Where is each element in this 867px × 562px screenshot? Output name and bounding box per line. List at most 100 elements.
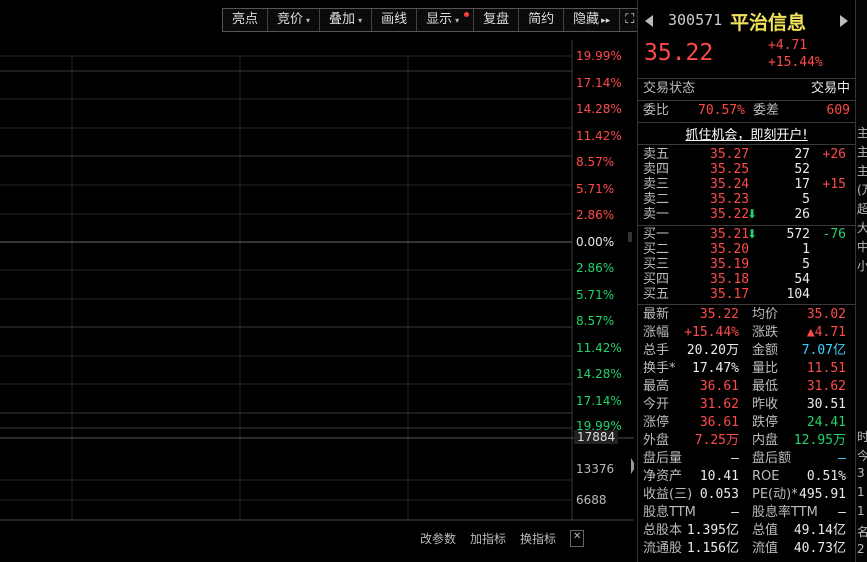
edge-label: 名 <box>857 523 867 540</box>
replay-button[interactable]: 复盘 <box>474 9 520 31</box>
ask-row[interactable]: 卖一 35.22 ⬇ 26 <box>643 207 850 222</box>
overlay-button[interactable]: 叠加 ▾ <box>320 9 373 31</box>
bid-volume: 104 <box>786 287 810 302</box>
stock-name: 平治信息 <box>730 12 807 34</box>
bid-row[interactable]: 买四 35.18 54 <box>643 272 850 287</box>
stat-value: 20.20万 <box>686 343 739 358</box>
ask-volume: 27 <box>794 147 810 162</box>
chevron-down-icon: ▾ <box>306 16 311 25</box>
intraday-chart: 亮点 竞价 ▾ 叠加 ▾ 画线 显示 ▾ 复盘 简约 隐藏 ▸▸ ⛶ 19.99% 17.… <box>0 0 641 562</box>
pct-axis-label: 14.28% <box>576 102 622 116</box>
draw-line-button[interactable]: 画线 <box>372 9 418 31</box>
stat-label: 跌停 <box>752 415 779 430</box>
chart-toolbar: 亮点 竞价 ▾ 叠加 ▾ 画线 显示 ▾ 复盘 简约 隐藏 ▸▸ ⛶ <box>222 8 641 32</box>
bid-price: 35.18 <box>710 272 750 287</box>
stat-row: 流通股 1.156亿 流值 40.73亿 <box>643 540 850 558</box>
stat-value: 7.25万 <box>694 433 739 448</box>
stat-label: 外盘 <box>643 433 670 448</box>
ask-row[interactable]: 卖四 35.25 52 <box>643 162 850 177</box>
next-stock-icon[interactable] <box>839 14 849 28</box>
simple-button[interactable]: 简约 <box>519 9 565 31</box>
edge-label: 时 <box>857 428 867 445</box>
modify-params-button[interactable]: 改参数 <box>420 530 456 547</box>
ask-row[interactable]: 卖三 35.24 17 +15 <box>643 177 850 192</box>
stat-label: 均价 <box>752 307 779 322</box>
stat-row: 净资产 10.41 ROE 0.51% <box>643 468 850 486</box>
bid-level-label: 买一 <box>643 227 670 242</box>
stat-row: 涨停 36.61 跌停 24.41 <box>643 414 850 432</box>
fullscreen-icon: ⛶ <box>625 12 635 27</box>
bid-row[interactable]: 买一 35.21 ⬇ 572 -76 <box>643 227 850 242</box>
ask-price: 35.27 <box>710 147 750 162</box>
bid-row[interactable]: 买三 35.19 5 <box>643 257 850 272</box>
bid-row[interactable]: 买二 35.20 1 <box>643 242 850 257</box>
stat-label: 最高 <box>643 379 670 394</box>
indicator-toolbar: 改参数 加指标 换指标 ✕ <box>420 530 585 547</box>
stat-value: — <box>731 451 739 466</box>
ask-row[interactable]: 卖五 35.27 27 +26 <box>643 147 850 162</box>
stat-label: 盘后额 <box>752 451 792 466</box>
trade-status-label: 交易状态 <box>643 81 696 96</box>
stat-label: 净资产 <box>643 469 683 484</box>
close-icon[interactable]: ✕ <box>570 530 585 547</box>
pct-axis-label: 17.14% <box>576 76 622 90</box>
auction-button[interactable]: 竞价 ▾ <box>268 9 321 31</box>
stat-value: — <box>731 505 739 520</box>
ask-change: +15 <box>822 177 846 192</box>
stat-label: PE(动)* <box>752 487 798 502</box>
stat-row: 总手 20.20万 金额 7.07亿 <box>643 342 850 360</box>
stat-value: 17.47% <box>692 361 739 376</box>
ask-price: 35.23 <box>710 192 750 207</box>
add-indicator-button[interactable]: 加指标 <box>470 530 506 547</box>
bid-price: 35.19 <box>710 257 750 272</box>
ask-price: 35.22 <box>710 207 750 222</box>
highlight-button[interactable]: 亮点 <box>223 9 269 31</box>
stat-row: 总股本 1.395亿 总值 49.14亿 <box>643 522 850 540</box>
stat-row: 外盘 7.25万 内盘 12.95万 <box>643 432 850 450</box>
trade-status-value: 交易中 <box>810 81 850 96</box>
stat-row: 换手* 17.47% 量比 11.51 <box>643 360 850 378</box>
ask-volume: 52 <box>794 162 810 177</box>
bid-level-label: 买三 <box>643 257 670 272</box>
pct-axis-label: 0.00% <box>576 235 615 249</box>
stat-row: 股息TTM — 股息率TTM — <box>643 504 850 522</box>
edge-label: 大 <box>857 219 867 236</box>
ask-volume: 17 <box>794 177 810 192</box>
ask-level-label: 卖一 <box>643 207 670 222</box>
edge-label: (万 <box>857 183 867 197</box>
edge-label: 主 <box>857 124 867 141</box>
stat-value: 31.62 <box>806 379 846 394</box>
down-arrow-icon: ⬇ <box>747 227 758 241</box>
open-account-link[interactable]: 抓住机会，即刻开户! <box>638 124 855 143</box>
edge-label: 主 <box>857 162 867 179</box>
stat-label: 最低 <box>752 379 779 394</box>
hide-button[interactable]: 隐藏 ▸▸ <box>564 9 621 31</box>
volume-label-top: 17884 <box>574 430 619 444</box>
display-button[interactable]: 显示 ▾ <box>417 9 475 31</box>
edge-label: 今 <box>857 447 867 464</box>
edge-label: 1 <box>857 485 865 499</box>
prev-stock-icon[interactable] <box>644 14 654 28</box>
stat-label: 股息TTM <box>643 505 696 520</box>
stat-row: 最高 36.61 最低 31.62 <box>643 378 850 396</box>
pct-axis-label: 19.99% <box>576 49 622 63</box>
ask-row[interactable]: 卖二 35.23 5 <box>643 192 850 207</box>
stat-value: 35.22 <box>699 307 739 322</box>
edge-label: 超 <box>857 200 867 217</box>
stat-value: ▲4.71 <box>806 325 846 340</box>
ask-volume: 26 <box>794 207 810 222</box>
stat-label: 最新 <box>643 307 670 322</box>
price-change: +4.71 <box>768 38 808 53</box>
stat-value: 0.053 <box>699 487 739 502</box>
stat-value: 0.51% <box>806 469 846 484</box>
ask-level-label: 卖五 <box>643 147 670 162</box>
bid-row[interactable]: 买五 35.17 104 <box>643 287 850 302</box>
bid-ratio-value: 70.57% <box>698 103 745 118</box>
bid-volume: 1 <box>802 242 810 257</box>
side-panel-edge: 主主主(万超大中小时今311名2 <box>855 0 867 562</box>
switch-indicator-button[interactable]: 换指标 <box>520 530 556 547</box>
bid-change: -76 <box>822 227 846 242</box>
stat-label: 内盘 <box>752 433 779 448</box>
edge-label: 2 <box>857 542 865 556</box>
ask-price: 35.25 <box>710 162 750 177</box>
